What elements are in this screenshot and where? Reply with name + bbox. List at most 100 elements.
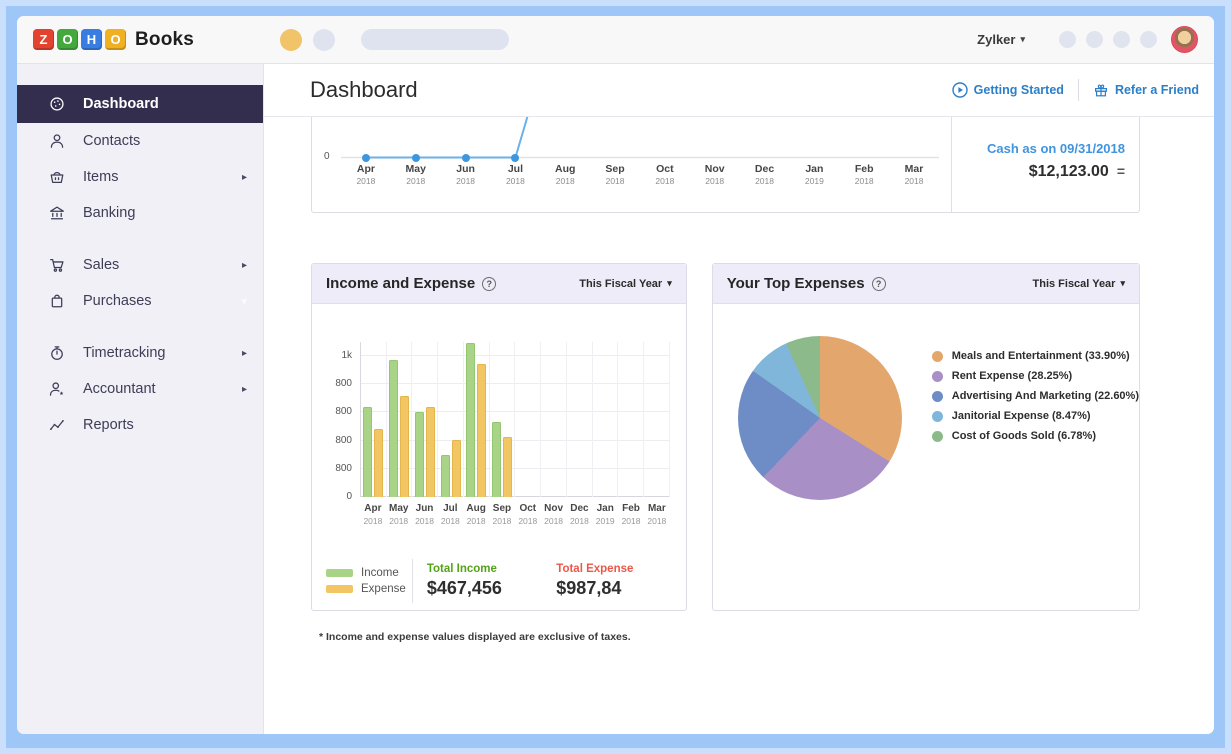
bar-group — [644, 342, 670, 497]
bar-pair — [412, 342, 437, 497]
help-icon[interactable]: ? — [482, 277, 496, 291]
sidebar-item-purchases[interactable]: Purchases▾ — [17, 283, 263, 319]
x-tick: Nov2018 — [541, 503, 567, 526]
x-tick: Feb2018 — [618, 503, 644, 526]
legend-label: Income — [361, 567, 399, 579]
cash-summary: Cash as on 09/31/2018 $12,123.00= — [951, 117, 1139, 212]
bar-expense — [477, 364, 486, 497]
legend-label: Meals and Entertainment (33.90%) — [952, 350, 1130, 362]
bar-group — [618, 342, 644, 497]
bar-pair — [618, 342, 643, 497]
period-label: This Fiscal Year — [579, 278, 662, 290]
income-expense-chart: Apr2018May2018Jun2018Jul2018Aug2018Sep20… — [312, 304, 686, 610]
bar-group — [387, 342, 413, 497]
chevron-down-icon: ▾ — [667, 278, 672, 289]
page-header: Dashboard Getting Started Refer a Friend — [264, 64, 1214, 117]
legend-dot — [932, 391, 943, 402]
legend-label: Cost of Goods Sold (6.78%) — [952, 430, 1096, 442]
x-tick: Jun2018 — [441, 163, 491, 187]
chevron-right-icon: ▸ — [242, 384, 247, 395]
logo-tiles: ZOHO — [33, 29, 129, 50]
total-income-label: Total Income — [427, 563, 556, 575]
bar-group — [412, 342, 438, 497]
help-icon[interactable]: ? — [872, 277, 886, 291]
topbar-action-icon-4[interactable] — [1140, 31, 1157, 48]
top-expenses-chart: Meals and Entertainment (33.90%) Rent Exp… — [713, 304, 1139, 610]
getting-started-label: Getting Started — [974, 83, 1064, 97]
bar-pair — [567, 342, 592, 497]
getting-started-link[interactable]: Getting Started — [952, 82, 1064, 98]
x-tick: Oct2018 — [640, 163, 690, 187]
bar-expense — [452, 440, 461, 497]
org-name: Zylker — [977, 32, 1015, 47]
legend-dot — [932, 431, 943, 442]
menu-icon[interactable]: = — [1117, 163, 1125, 179]
dashboard-content: 0 Apr2018May2018Jun2018Jul2018Aug2018Sep… — [264, 117, 1214, 734]
topbar-action-icon-1[interactable] — [1059, 31, 1076, 48]
bar-pair — [593, 342, 618, 497]
sidebar-item-label: Banking — [83, 205, 247, 221]
zoho-books-logo[interactable]: ZOHO Books — [33, 29, 194, 51]
refer-a-friend-link[interactable]: Refer a Friend — [1093, 82, 1199, 98]
bar-group — [464, 342, 490, 497]
header-divider — [1078, 79, 1079, 101]
sidebar-item-contacts[interactable]: Contacts — [17, 123, 263, 159]
top-expenses-title: Your Top Expenses — [727, 275, 865, 292]
bar-group — [438, 342, 464, 497]
income-expense-summary: IncomeExpense Total Income $467,456 Tota… — [312, 552, 686, 610]
legend-swatch — [326, 585, 353, 593]
topbar-action-icon-3[interactable] — [1113, 31, 1130, 48]
gauge-icon — [47, 95, 66, 114]
sidebar-item-label: Timetracking — [83, 345, 242, 361]
x-tick: May2018 — [391, 163, 441, 187]
sidebar-item-label: Sales — [83, 257, 242, 273]
x-tick: Aug2018 — [463, 503, 489, 526]
avatar[interactable] — [1171, 26, 1198, 53]
legend-label: Rent Expense (28.25%) — [952, 370, 1072, 382]
sidebar-item-items[interactable]: Items▸ — [17, 159, 263, 195]
bar-income — [363, 407, 372, 497]
cash-amount: $12,123.00= — [952, 163, 1125, 181]
income-expense-period-dropdown[interactable]: This Fiscal Year ▾ — [579, 278, 672, 290]
topbar-gray-dot[interactable] — [313, 29, 335, 51]
topbar-action-icon-2[interactable] — [1086, 31, 1103, 48]
top-expenses-period-dropdown[interactable]: This Fiscal Year ▾ — [1033, 278, 1126, 290]
sidebar-item-accountant[interactable]: Accountant▸ — [17, 371, 263, 407]
legend-dot — [932, 371, 943, 382]
sidebar-item-banking[interactable]: Banking — [17, 195, 263, 231]
line-point — [462, 154, 470, 162]
line-point — [511, 154, 519, 162]
org-dropdown[interactable]: Zylker ▾ — [977, 32, 1025, 47]
y-tick-label: 800 — [316, 435, 352, 446]
bar-pair — [490, 342, 515, 497]
x-tick: Jan2019 — [592, 503, 618, 526]
total-expense-value: $987,84 — [556, 578, 685, 599]
bar-expense — [503, 437, 512, 497]
sidebar-item-sales[interactable]: Sales▸ — [17, 247, 263, 283]
sidebar-item-label: Purchases — [83, 293, 241, 309]
cash-as-on-label[interactable]: Cash as on 09/31/2018 — [952, 141, 1125, 156]
bar-group — [515, 342, 541, 497]
legend-dot — [932, 351, 943, 362]
x-tick: Dec2018 — [567, 503, 593, 526]
stopwatch-icon — [47, 344, 66, 363]
sidebar-item-dashboard[interactable]: Dashboard — [17, 85, 263, 123]
legend-item: Meals and Entertainment (33.90%) — [932, 350, 1139, 362]
topbar-action-icons — [1049, 31, 1157, 48]
x-tick: Jan2019 — [789, 163, 839, 187]
bar-legend: IncomeExpense — [326, 563, 412, 599]
sidebar-item-reports[interactable]: Reports — [17, 407, 263, 443]
sidebar-item-label: Items — [83, 169, 242, 185]
sidebar-item-timetracking[interactable]: Timetracking▸ — [17, 335, 263, 371]
legend-item: Cost of Goods Sold (6.78%) — [932, 430, 1139, 442]
bar-x-axis: Apr2018May2018Jun2018Jul2018Aug2018Sep20… — [360, 503, 670, 526]
total-income-value: $467,456 — [427, 578, 556, 599]
legend-item: Income — [326, 567, 412, 579]
legend-item: Advertising And Marketing (22.60%) — [932, 390, 1139, 402]
y-tick-label: 0 — [316, 491, 352, 502]
x-tick: Apr2018 — [360, 503, 386, 526]
topbar-yellow-dot[interactable] — [280, 29, 302, 51]
legend-swatch — [326, 569, 353, 577]
logo-books-label: Books — [135, 29, 194, 51]
topbar-search-placeholder[interactable] — [361, 29, 509, 50]
